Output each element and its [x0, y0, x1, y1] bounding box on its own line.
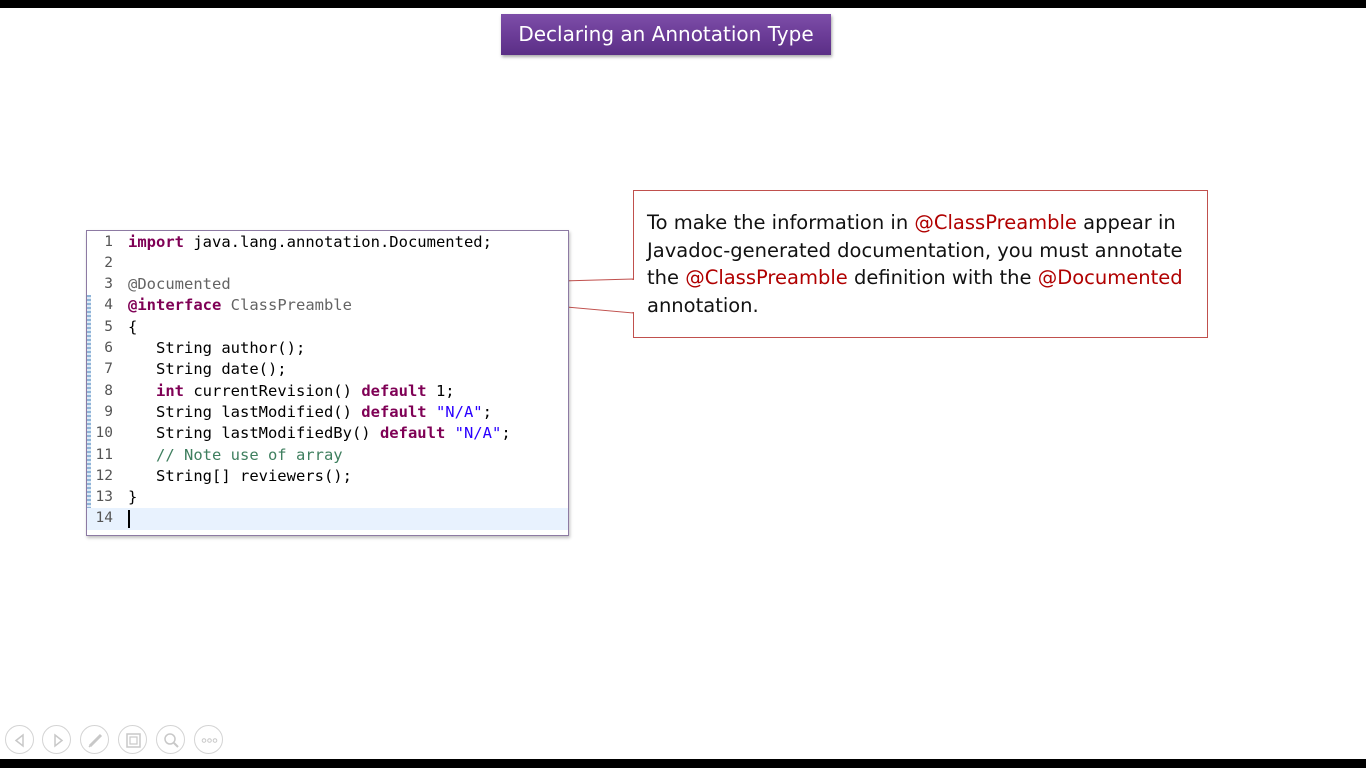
code-token: default — [361, 402, 427, 421]
code-line[interactable]: 9 String lastModified() default "N/A"; — [87, 402, 568, 423]
code-token: import — [128, 232, 184, 251]
line-number: 4 — [104, 297, 113, 314]
code-token: // Note use of array — [128, 445, 343, 464]
code-token: ClassPreamble — [221, 296, 352, 315]
code-text: String date(); — [128, 359, 287, 380]
ellipsis-icon — [201, 738, 218, 743]
slides-grid-icon — [126, 733, 141, 748]
line-number: 2 — [104, 254, 113, 271]
line-number: 7 — [104, 361, 113, 378]
line-number: 5 — [104, 318, 113, 335]
code-token: default — [379, 424, 446, 443]
line-number: 1 — [104, 233, 113, 250]
line-number: 14 — [95, 510, 113, 527]
see-all-slides-button[interactable] — [118, 725, 147, 754]
code-line[interactable]: 1 import java.lang.annotation.Documented; — [87, 232, 568, 253]
previous-slide-button[interactable] — [5, 725, 34, 754]
pen-icon — [88, 733, 103, 748]
code-line[interactable]: 13} — [87, 487, 568, 508]
code-line[interactable]: 4 @interface ClassPreamble — [87, 295, 568, 316]
code-text: // Note use of array — [128, 445, 343, 466]
code-text: String author(); — [128, 338, 305, 359]
line-number: 9 — [104, 403, 113, 420]
line-number: 3 — [104, 276, 113, 293]
code-token: int — [156, 381, 184, 400]
presentation-slide: Declaring an Annotation Type To make the… — [0, 8, 1366, 759]
code-line[interactable]: 12 String[] reviewers(); — [87, 466, 568, 487]
arrow-right-icon — [54, 733, 64, 748]
line-number: 11 — [95, 446, 113, 463]
code-text: { — [128, 317, 137, 338]
callout-text-segment: To make the information in — [647, 211, 915, 234]
code-text: @interface ClassPreamble — [128, 295, 352, 316]
code-token: { — [128, 317, 138, 336]
magnifier-icon — [164, 733, 179, 748]
code-line[interactable]: 7 String date(); — [87, 359, 568, 380]
code-token: String[] reviewers(); — [128, 466, 352, 485]
highlighted-annotation-name: @ClassPreamble — [685, 266, 848, 289]
callout-text-segment: annotation. — [647, 293, 759, 317]
code-text: String lastModifiedBy() default "N/A"; — [128, 423, 511, 444]
code-token: ; — [482, 402, 492, 421]
code-token: currentRevision() — [184, 381, 362, 400]
code-token: String date(); — [128, 360, 287, 379]
code-token: } — [128, 488, 138, 507]
pen-button[interactable] — [80, 725, 109, 754]
arrow-left-icon — [14, 733, 24, 748]
callout-text-segment: definition with the — [847, 266, 1038, 289]
code-token: String author(); — [128, 339, 306, 357]
callout-text: To make the information in @ClassPreambl… — [647, 209, 1187, 319]
code-text: import java.lang.annotation.Documented; — [128, 232, 492, 253]
code-text: @Documented — [128, 274, 231, 295]
code-text: int currentRevision() default 1; — [128, 381, 455, 402]
zoom-button[interactable] — [156, 725, 185, 754]
code-text: } — [128, 487, 137, 508]
code-token: String lastModified() — [128, 402, 362, 421]
code-text: String lastModified() default "N/A"; — [128, 402, 492, 423]
code-token: String lastModifiedBy() — [128, 424, 380, 443]
code-token: java.lang.annotation.Documented; — [184, 232, 492, 251]
more-options-button[interactable] — [194, 725, 223, 754]
line-number: 6 — [104, 340, 113, 356]
code-text: String[] reviewers(); — [128, 466, 352, 487]
line-number: 13 — [95, 489, 113, 506]
code-line[interactable]: 5{ — [87, 317, 568, 338]
line-number: 12 — [95, 467, 113, 484]
code-token: default — [361, 381, 427, 400]
highlighted-annotation-name: @Documented — [1037, 266, 1183, 289]
code-token: ; — [501, 424, 511, 443]
line-number: 8 — [104, 382, 113, 399]
code-token: "N/A" — [454, 424, 502, 443]
code-line[interactable]: 3 @Documented — [87, 274, 568, 295]
code-token: @Documented — [128, 275, 231, 294]
text-cursor — [128, 510, 130, 529]
line-number: 10 — [95, 425, 113, 442]
code-token: 1; — [426, 381, 455, 400]
code-line[interactable]: 10 String lastModifiedBy() default "N/A"… — [87, 423, 568, 444]
code-token: @interface — [128, 296, 222, 315]
code-line[interactable]: 8 int currentRevision() default 1; — [87, 381, 568, 402]
next-slide-button[interactable] — [42, 725, 71, 754]
code-line[interactable]: 2 — [87, 253, 568, 274]
code-line[interactable]: 11 // Note use of array — [87, 445, 568, 466]
code-line[interactable]: 6 String author(); — [87, 338, 568, 359]
code-editor[interactable]: 1 import java.lang.annotation.Documented;… — [86, 230, 569, 536]
code-token: "N/A" — [435, 402, 483, 421]
code-line[interactable]: 14 — [87, 508, 568, 530]
highlighted-annotation-name: @ClassPreamble — [914, 211, 1077, 234]
